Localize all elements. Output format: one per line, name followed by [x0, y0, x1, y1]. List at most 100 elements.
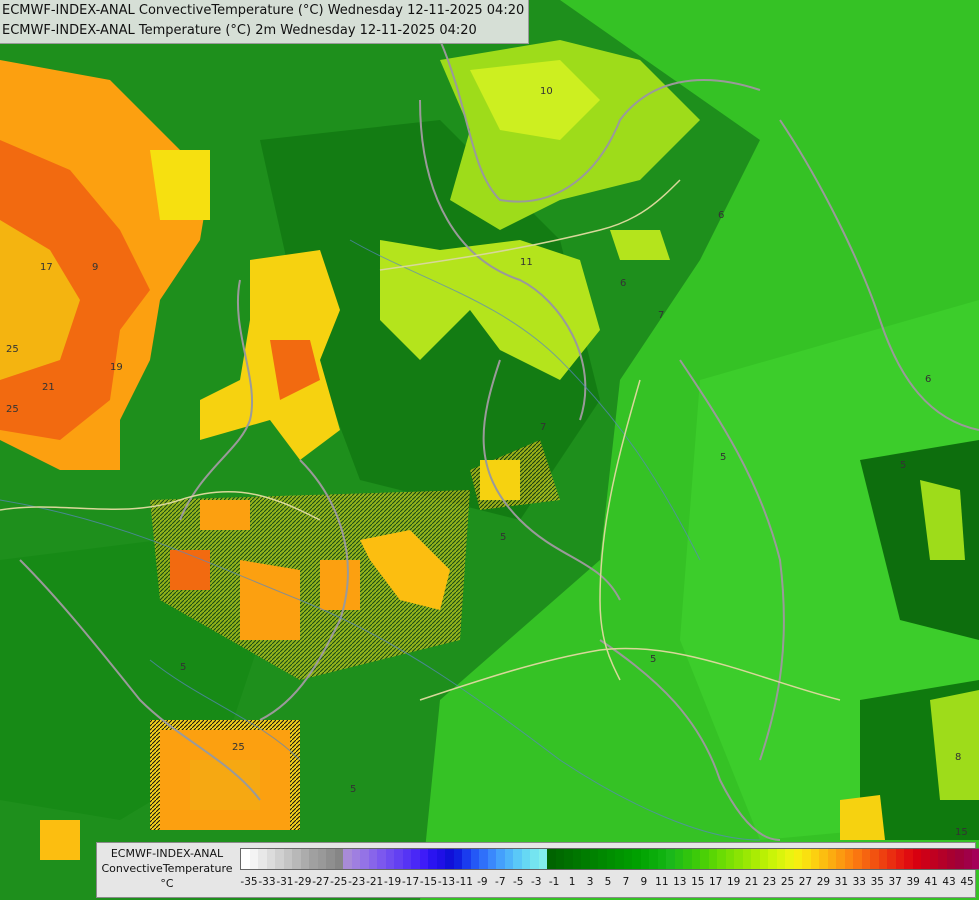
legend-swatch [836, 849, 845, 869]
far-southwest-spot [40, 820, 80, 860]
contour-label: 5 [650, 654, 656, 665]
legend-swatch [691, 849, 700, 869]
legend-swatch [351, 849, 360, 869]
legend-swatch [275, 849, 284, 869]
contour-label: 25 [232, 742, 245, 753]
legend-tick-label: 23 [762, 876, 777, 888]
legend-tick-label: -17 [401, 876, 420, 888]
color-legend: ECMWF-INDEX-ANAL ConvectiveTemperature °… [96, 842, 979, 898]
contour-label: 5 [720, 452, 726, 463]
map-title: ECMWF-INDEX-ANAL ConvectiveTemperature (… [0, 0, 530, 44]
legend-swatch [895, 849, 904, 869]
legend-tick-label: -13 [437, 876, 456, 888]
legend-swatch [632, 849, 641, 869]
legend-swatch [504, 849, 513, 869]
contour-label: 10 [540, 86, 553, 97]
legend-swatch [683, 849, 692, 869]
legend-swatch [589, 849, 598, 869]
contour-label: 21 [42, 382, 55, 393]
legend-swatch [538, 849, 547, 869]
legend-swatch [462, 849, 471, 869]
legend-swatch [309, 849, 318, 869]
legend-swatch [572, 849, 581, 869]
south-orange-blob-2 [320, 560, 360, 610]
legend-swatch [385, 849, 394, 869]
legend-swatch [819, 849, 828, 869]
legend-unit: °C [160, 877, 174, 890]
legend-tick-label: 19 [726, 876, 741, 888]
legend-swatch [955, 849, 964, 869]
legend-swatch [666, 849, 675, 869]
contour-label: 7 [540, 422, 546, 433]
legend-tick-label: 15 [691, 876, 705, 888]
legend-tick-label: -35 [240, 876, 258, 888]
legend-swatch [394, 849, 403, 869]
legend-swatch [581, 849, 590, 869]
legend-swatch [938, 849, 947, 869]
legend-tick-label: 3 [586, 876, 594, 888]
legend-tick-label: -21 [366, 876, 384, 888]
legend-swatch [912, 849, 921, 869]
legend-swatch [649, 849, 658, 869]
legend-swatch [436, 849, 445, 869]
legend-tick-label: 21 [744, 876, 759, 888]
legend-swatch [479, 849, 488, 869]
legend-tick-label: 9 [640, 876, 648, 888]
legend-swatch [810, 849, 819, 869]
legend-tick-label: -5 [513, 876, 524, 888]
legend-swatch [266, 849, 275, 869]
legend-tick-label: 17 [709, 876, 723, 888]
legend-tick-label: 25 [780, 876, 795, 888]
legend-swatch [555, 849, 564, 869]
south-orange-blob [240, 560, 300, 640]
legend-title: ECMWF-INDEX-ANAL ConvectiveTemperature °… [99, 846, 235, 891]
legend-swatch [453, 849, 462, 869]
legend-swatch [496, 849, 505, 869]
legend-swatch [674, 849, 683, 869]
legend-tick-label: 35 [870, 876, 884, 888]
legend-swatch [946, 849, 955, 869]
legend-tick-label: -19 [384, 876, 402, 888]
legend-swatch [598, 849, 607, 869]
contour-label: 7 [658, 310, 664, 321]
legend-swatch [827, 849, 836, 869]
legend-tick-label: 33 [852, 876, 866, 888]
legend-swatch [759, 849, 768, 869]
legend-swatch [428, 849, 437, 869]
legend-tick-label: 5 [604, 876, 612, 888]
title-line-1: ECMWF-INDEX-ANAL ConvectiveTemperature (… [2, 3, 525, 18]
contour-label: 5 [180, 662, 186, 673]
legend-swatch [623, 849, 632, 869]
contour-label: 8 [955, 752, 961, 763]
title-line-2: ECMWF-INDEX-ANAL Temperature (°C) 2m Wed… [2, 23, 477, 38]
legend-swatch [377, 849, 386, 869]
legend-swatch [521, 849, 530, 869]
legend-tick-label: 39 [906, 876, 920, 888]
legend-swatch [258, 849, 267, 869]
legend-swatch [734, 849, 743, 869]
legend-swatch [292, 849, 301, 869]
legend-tick-label: -11 [455, 876, 473, 888]
legend-swatch [343, 849, 352, 869]
legend-swatch [700, 849, 709, 869]
legend-title-line-2: ConvectiveTemperature [101, 862, 233, 875]
legend-tick-label: 37 [888, 876, 902, 888]
legend-tick-label: -25 [330, 876, 348, 888]
map-canvas: 25 25 25 5 5 5 5 5 5 6 6 6 7 7 8 9 10 11… [0, 0, 979, 900]
contour-label: 5 [500, 532, 506, 543]
legend-tick-label: -31 [276, 876, 294, 888]
legend-swatch [768, 849, 777, 869]
legend-swatch [530, 849, 539, 869]
legend-swatch [513, 849, 522, 869]
legend-swatch [411, 849, 420, 869]
legend-swatch [419, 849, 428, 869]
contour-label: 6 [620, 278, 626, 289]
legend-tick-label: 43 [942, 876, 956, 888]
legend-swatch [742, 849, 751, 869]
legend-tick-label: 13 [673, 876, 687, 888]
legend-swatch [878, 849, 887, 869]
legend-swatch [402, 849, 411, 869]
legend-swatch [241, 849, 250, 869]
legend-swatch [487, 849, 496, 869]
legend-swatch [249, 849, 258, 869]
